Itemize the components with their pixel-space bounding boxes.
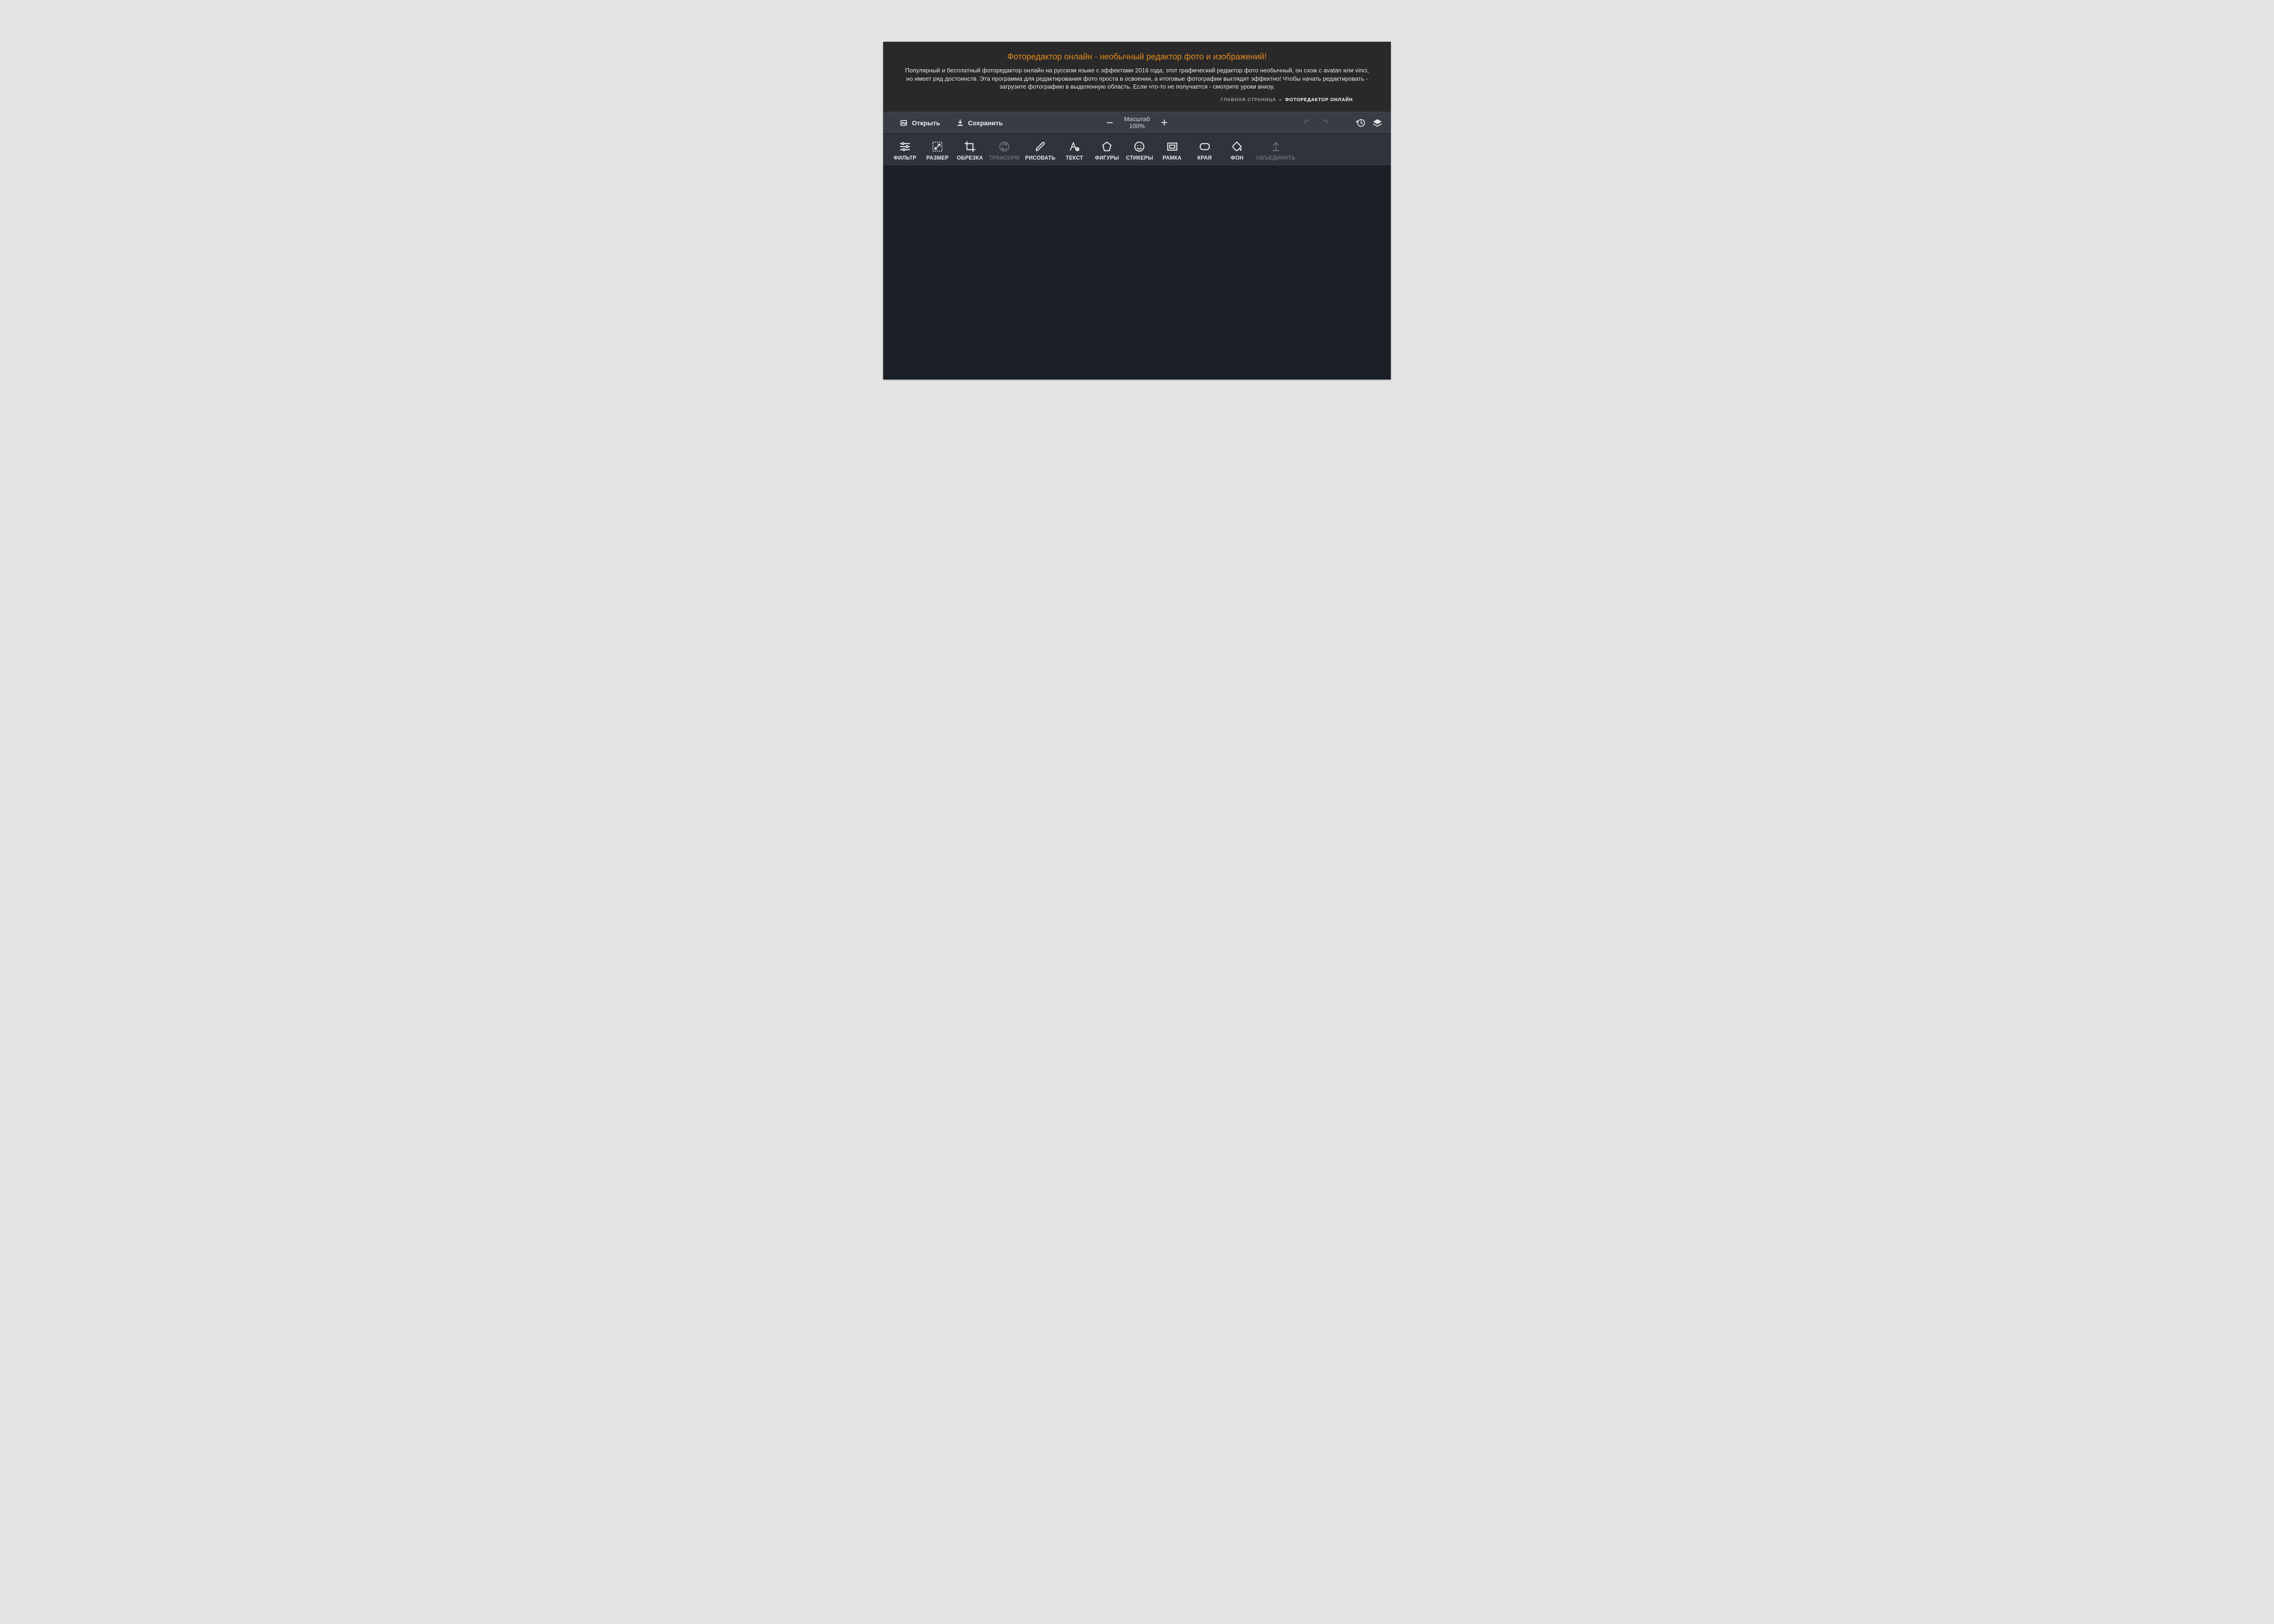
text-icon <box>1068 141 1080 153</box>
tool-crop[interactable]: ОБРЕЗКА <box>955 139 985 162</box>
zoom-out-button[interactable]: − <box>1105 118 1115 128</box>
breadcrumb-current: ФОТОРЕДАКТОР ОНЛАЙН <box>1285 97 1353 103</box>
tool-shapes-label: ФИГУРЫ <box>1095 155 1119 161</box>
zoom-control: − Масштаб 100% + <box>1105 116 1169 130</box>
tool-size-label: РАЗМЕР <box>926 155 949 161</box>
tool-edges[interactable]: КРАЯ <box>1189 139 1220 162</box>
zoom-value-text: 100% <box>1124 123 1150 130</box>
app-frame: Фоторедактор онлайн - необычный редактор… <box>883 42 1391 380</box>
zoom-readout: Масштаб 100% <box>1124 116 1150 130</box>
tool-draw[interactable]: РИСОВАТЬ <box>1023 139 1057 162</box>
breadcrumb: ГЛАВНАЯ СТРАНИЦА » ФОТОРЕДАКТОР ОНЛАЙН <box>902 91 1372 108</box>
editor-canvas[interactable] <box>883 166 1391 380</box>
action-bar-right <box>1303 118 1382 128</box>
action-bar: Открыть Сохранить − Масштаб 100% + <box>883 112 1391 134</box>
open-button[interactable]: Открыть <box>895 116 945 130</box>
promo-header: Фоторедактор онлайн - необычный редактор… <box>883 42 1391 112</box>
frame-icon <box>1166 141 1178 153</box>
tool-shapes[interactable]: ФИГУРЫ <box>1092 139 1122 162</box>
rounded-rect-icon <box>1199 141 1211 153</box>
tool-size[interactable]: РАЗМЕР <box>922 139 953 162</box>
history-button[interactable] <box>1356 118 1366 128</box>
tool-frame[interactable]: РАМКА <box>1157 139 1188 162</box>
sliders-icon <box>899 141 911 153</box>
shape-icon <box>1101 141 1113 153</box>
tool-transform-label: ТРАНСОРМ <box>989 155 1020 161</box>
zoom-label-text: Масштаб <box>1124 116 1150 123</box>
tool-text[interactable]: ТЕКСТ <box>1059 139 1090 162</box>
tool-strip: ФИЛЬТР РАЗМЕР ОБРЕЗКА ТРАНСОРМ РИСОВАТЬ <box>883 134 1391 166</box>
tool-edges-label: КРАЯ <box>1197 155 1212 161</box>
image-open-icon <box>900 119 908 127</box>
zoom-in-button[interactable]: + <box>1159 118 1169 128</box>
paint-bucket-icon <box>1231 141 1243 153</box>
redo-button[interactable] <box>1319 118 1330 128</box>
promo-title: Фоторедактор онлайн - необычный редактор… <box>902 52 1372 62</box>
breadcrumb-home[interactable]: ГЛАВНАЯ СТРАНИЦА <box>1221 97 1276 103</box>
tool-transform: ТРАНСОРМ <box>987 139 1021 162</box>
breadcrumb-separator: » <box>1279 97 1282 103</box>
layers-button[interactable] <box>1372 118 1382 128</box>
open-label: Открыть <box>912 119 940 127</box>
smiley-icon <box>1133 141 1145 153</box>
tool-merge-label: ОБЪЕДИНИТЬ <box>1256 155 1296 161</box>
save-button[interactable]: Сохранить <box>951 116 1008 130</box>
tool-filter-label: ФИЛЬТР <box>893 155 916 161</box>
tool-text-label: ТЕКСТ <box>1066 155 1083 161</box>
crop-icon <box>964 141 976 153</box>
resize-icon <box>931 141 943 153</box>
transform-icon <box>998 141 1010 153</box>
merge-icon <box>1270 141 1282 153</box>
tool-merge: ОБЪЕДИНИТЬ <box>1254 139 1298 162</box>
save-label: Сохранить <box>968 119 1003 127</box>
pencil-icon <box>1034 141 1047 153</box>
tool-background-label: ФОН <box>1231 155 1244 161</box>
tool-frame-label: РАМКА <box>1163 155 1182 161</box>
tool-background[interactable]: ФОН <box>1222 139 1253 162</box>
tool-crop-label: ОБРЕЗКА <box>957 155 983 161</box>
tool-stickers-label: СТИКЕРЫ <box>1126 155 1153 161</box>
tool-stickers[interactable]: СТИКЕРЫ <box>1124 139 1155 162</box>
undo-button[interactable] <box>1303 118 1313 128</box>
promo-description: Популярный и бесплатный фоторедактор онл… <box>903 66 1371 91</box>
download-icon <box>956 119 964 127</box>
tool-filter[interactable]: ФИЛЬТР <box>890 139 920 162</box>
tool-draw-label: РИСОВАТЬ <box>1025 155 1055 161</box>
